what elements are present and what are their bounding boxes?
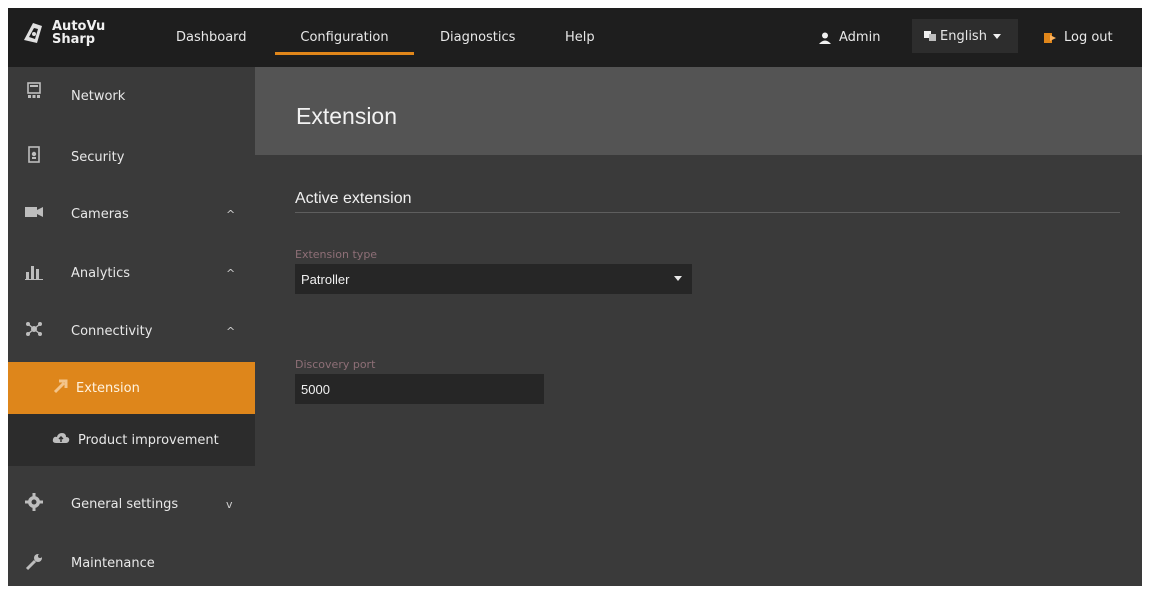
sidebar-item-label: Maintenance: [71, 555, 155, 571]
network-icon: [27, 82, 41, 98]
sidebar-item-label: General settings: [71, 496, 179, 512]
user-label: Admin: [839, 30, 881, 45]
sidebar-item-label: Connectivity: [71, 323, 153, 339]
app-frame: AutoVu Sharp Dashboard Configuration Dia…: [8, 8, 1142, 586]
sidebar-item-general-settings[interactable]: General settings v: [8, 478, 255, 530]
chevron-up-icon: ^: [226, 324, 236, 338]
brand-line-2: Sharp: [52, 32, 96, 47]
sidebar-item-label: Analytics: [71, 265, 131, 281]
chevron-up-icon: ^: [226, 207, 236, 221]
logout-icon: [1044, 32, 1056, 43]
camera-icon: [25, 207, 43, 217]
connectivity-icon: [26, 322, 42, 336]
gear-icon: [25, 493, 43, 511]
sidebar-item-connectivity[interactable]: Connectivity ^: [8, 305, 255, 357]
sidebar-item-cameras[interactable]: Cameras ^: [8, 188, 255, 240]
user-icon: [819, 32, 831, 44]
cloud-icon: [52, 433, 70, 443]
wrench-icon: [25, 554, 42, 571]
security-icon: [28, 146, 40, 163]
sidebar-item-label: Product improvement: [78, 432, 219, 448]
sidebar-item-maintenance[interactable]: Maintenance: [8, 537, 255, 589]
brand-name: AutoVu Sharp: [52, 20, 105, 46]
logout-button[interactable]: Log out: [1044, 8, 1113, 67]
nav-configuration-label: Configuration: [300, 30, 389, 45]
discovery-port-input[interactable]: 5000: [295, 374, 544, 404]
top-navigation-bar: AutoVu Sharp Dashboard Configuration Dia…: [8, 8, 1142, 67]
chevron-down-icon: [992, 33, 1001, 39]
autovu-logo-icon: [24, 23, 42, 43]
translate-icon: [924, 31, 936, 41]
extension-icon: [53, 379, 68, 394]
chevron-up-icon: ^: [226, 266, 236, 280]
language-selector[interactable]: English: [912, 19, 1018, 53]
sidebar-item-label: Cameras: [71, 206, 129, 222]
nav-help[interactable]: Help: [565, 8, 595, 67]
user-menu[interactable]: Admin: [819, 8, 880, 67]
nav-configuration[interactable]: Configuration: [275, 8, 414, 67]
chevron-down-icon: v: [226, 497, 233, 511]
sidebar-item-label: Security: [71, 149, 125, 165]
sidebar: Network Security Cameras ^ Analytics ^ C…: [8, 67, 255, 586]
logout-label: Log out: [1064, 30, 1113, 45]
sidebar-item-analytics[interactable]: Analytics ^: [8, 247, 255, 299]
section-divider: [295, 212, 1120, 213]
sidebar-item-network[interactable]: Network: [8, 67, 255, 119]
discovery-port-value: 5000: [301, 381, 330, 397]
extension-type-value: Patroller: [301, 271, 350, 287]
chevron-down-icon: [674, 276, 682, 281]
page-title: Extension: [296, 103, 398, 129]
nav-diagnostics[interactable]: Diagnostics: [440, 8, 515, 67]
page-header: Extension: [255, 67, 1142, 155]
discovery-port-label: Discovery port: [295, 358, 376, 371]
sidebar-item-security[interactable]: Security: [8, 131, 255, 183]
sidebar-item-label: Network: [71, 89, 126, 104]
sidebar-item-extension[interactable]: Extension: [8, 362, 255, 414]
main-content: Extension Active extension Extension typ…: [255, 67, 1142, 586]
extension-type-label: Extension type: [295, 248, 378, 261]
sidebar-item-label: Extension: [76, 380, 140, 396]
nav-dashboard[interactable]: Dashboard: [176, 8, 247, 67]
extension-type-select[interactable]: Patroller: [295, 264, 692, 294]
section-title: Active extension: [295, 190, 412, 207]
brand-logo[interactable]: AutoVu Sharp: [20, 20, 105, 46]
language-label: English: [940, 28, 987, 44]
analytics-icon: [25, 266, 43, 280]
sidebar-item-product-improvement[interactable]: Product improvement: [8, 414, 255, 466]
